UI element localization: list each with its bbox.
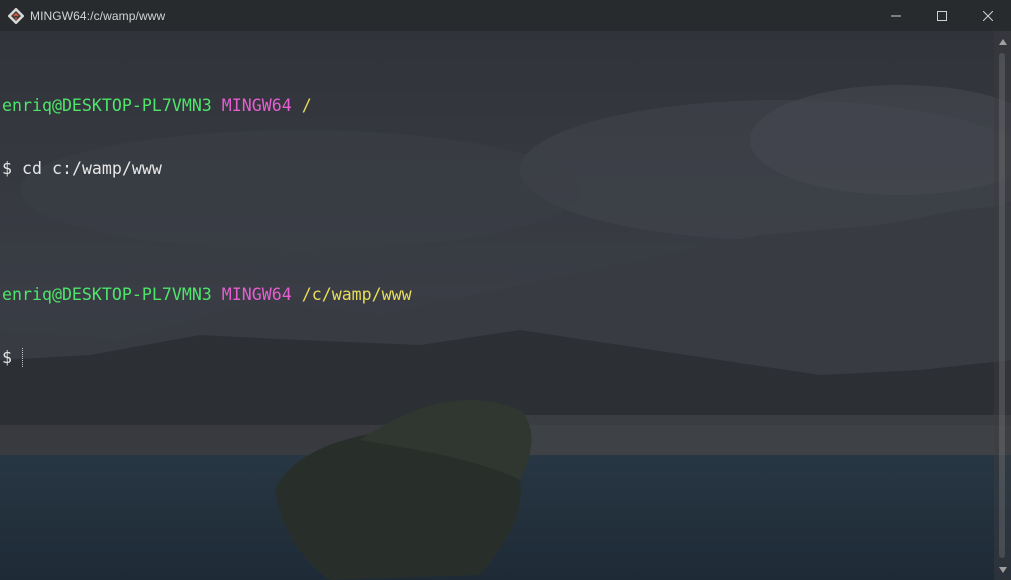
input-line[interactable]: $ [2,347,994,368]
prompt-symbol: $ [2,159,12,178]
scrollbar-track[interactable] [999,53,1005,558]
git-bash-icon [8,7,24,24]
terminal-output[interactable]: enriq@DESKTOP-PL7VMN3 MINGW64 / $ cd c:/… [0,31,994,580]
scroll-up-button[interactable] [994,33,1011,50]
prompt-header-line: enriq@DESKTOP-PL7VMN3 MINGW64 /c/wamp/ww… [2,284,994,305]
current-path: / [301,96,312,115]
minimize-icon [891,15,901,16]
arrow-down-icon [998,566,1007,573]
command-line: $ cd c:/wamp/www [2,158,994,179]
vertical-scrollbar[interactable] [994,31,1011,580]
title-bar[interactable]: MINGW64:/c/wamp/www [0,0,1011,31]
close-icon [983,10,993,21]
terminal-window: MINGW64:/c/wamp/www enriq@DESKTOP-PL7VMN… [0,0,1011,580]
window-controls [873,0,1011,31]
prompt-symbol: $ [2,348,12,367]
arrow-up-icon [998,38,1007,45]
close-button[interactable] [965,0,1011,31]
prompt-header-line: enriq@DESKTOP-PL7VMN3 MINGW64 / [2,95,994,116]
system-name: MINGW64 [221,285,292,304]
user-host: enriq@DESKTOP-PL7VMN3 [2,285,212,304]
scroll-down-button[interactable] [994,561,1011,578]
user-host: enriq@DESKTOP-PL7VMN3 [2,96,212,115]
window-title: MINGW64:/c/wamp/www [30,8,166,23]
minimize-button[interactable] [873,0,919,31]
maximize-button[interactable] [919,0,965,31]
text-cursor [22,348,24,367]
maximize-icon [937,10,947,21]
command-text: cd c:/wamp/www [22,159,162,178]
system-name: MINGW64 [221,96,292,115]
current-path: /c/wamp/www [301,285,412,304]
